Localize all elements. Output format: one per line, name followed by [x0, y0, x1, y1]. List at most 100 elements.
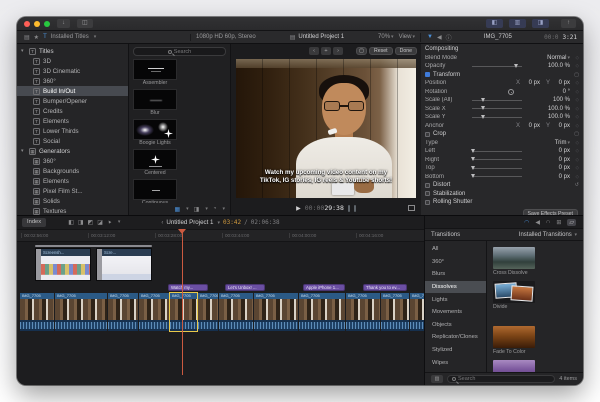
- next-anchor-button[interactable]: ›: [333, 47, 343, 55]
- timeline-back-icon[interactable]: ‹: [161, 220, 163, 226]
- minimize-window-button[interactable]: [34, 21, 40, 27]
- transform-overlay-icon[interactable]: ▢: [574, 72, 579, 78]
- installed-titles-dropdown[interactable]: Installed Titles: [51, 34, 89, 40]
- retime-icon[interactable]: ◔: [213, 206, 217, 212]
- param-value[interactable]: 0 px: [522, 80, 540, 86]
- opacity-slider[interactable]: [472, 66, 522, 67]
- transition-cross-dissolve[interactable]: Cross Dissolve: [493, 247, 535, 276]
- video-clip[interactable]: IMG_7705: [139, 293, 169, 331]
- distort-checkbox[interactable]: [425, 183, 430, 188]
- title-clip[interactable]: Let's Unbox! ...: [225, 284, 265, 291]
- transform-checkbox[interactable]: [425, 72, 430, 77]
- keyframe-icon[interactable]: ◇: [570, 114, 579, 120]
- tools-icon[interactable]: ◨: [194, 206, 200, 213]
- media-browser-icon[interactable]: ▤: [24, 34, 30, 41]
- param-value[interactable]: 100.0 %: [540, 114, 570, 120]
- keyframe-icon[interactable]: ◇: [570, 106, 579, 112]
- timeline-ruler[interactable]: 00:02:56:00 00:03:12:00 00:03:28:00 00:0…: [17, 229, 424, 242]
- crop-type-popup[interactable]: Trim: [536, 140, 566, 146]
- sidebar-item-textures[interactable]: ▦Textures: [17, 206, 128, 215]
- keyframe-icon[interactable]: ◇: [570, 97, 579, 103]
- play-button[interactable]: ▶: [296, 205, 301, 212]
- reset-icon[interactable]: ↺: [575, 182, 579, 188]
- toggle-timeline-button[interactable]: ▥: [509, 19, 526, 28]
- video-clip[interactable]: IMG_7705: [55, 293, 107, 331]
- connected-storyline-bar[interactable]: [35, 245, 152, 247]
- title-item-continuous[interactable]: Continuous: [133, 179, 177, 203]
- sidebar-item-solids[interactable]: ▦Solids: [17, 196, 128, 206]
- video-clip[interactable]: IMG_7705: [108, 293, 138, 331]
- audio-meter-left[interactable]: [348, 205, 350, 212]
- title-item-assembler[interactable]: Assembler: [133, 59, 177, 87]
- titles-search-input[interactable]: Search: [133, 47, 226, 56]
- sidebar-item-3d-cinematic[interactable]: T3D Cinematic: [17, 66, 128, 76]
- category-stylized[interactable]: Stylized: [425, 344, 486, 357]
- scale-x-slider[interactable]: [472, 108, 522, 109]
- append-edit-icon[interactable]: ◩: [88, 219, 94, 226]
- category-all[interactable]: All: [425, 243, 486, 256]
- sidebar-item-gen-360[interactable]: ▦360°: [17, 156, 128, 166]
- transition-fade-to-color[interactable]: Fade To Color: [493, 326, 535, 355]
- video-clip[interactable]: IMG_7705: [219, 293, 253, 331]
- overwrite-edit-icon[interactable]: ◪: [97, 219, 103, 226]
- video-clip[interactable]: IMG_7705: [346, 293, 380, 331]
- transition-divide[interactable]: Divide: [493, 281, 535, 310]
- sidebar-item-3d[interactable]: T3D: [17, 56, 128, 66]
- crop-checkbox[interactable]: [425, 132, 430, 137]
- close-window-button[interactable]: [24, 21, 30, 27]
- keyframe-icon[interactable]: ◇: [570, 80, 579, 86]
- snapping-icon[interactable]: ∩: [546, 219, 550, 225]
- background-tasks-button[interactable]: ◫: [77, 19, 93, 28]
- video-clip[interactable]: IMG_7705: [410, 293, 425, 331]
- video-clip[interactable]: IMG_7705: [198, 293, 218, 331]
- title-item-centered[interactable]: Centered: [133, 149, 177, 177]
- sidebar-item-elements[interactable]: TElements: [17, 116, 128, 126]
- fullscreen-icon[interactable]: [408, 205, 415, 211]
- disclosure-icon[interactable]: ▾: [21, 148, 26, 154]
- tool-menu-icon[interactable]: ▲: [106, 219, 113, 226]
- toggle-browser-button[interactable]: ◧: [486, 19, 503, 28]
- crop-bottom-slider[interactable]: [472, 176, 522, 177]
- viewer-zoom-dropdown[interactable]: 70%: [378, 34, 390, 40]
- connect-edit-icon[interactable]: ◧: [68, 219, 74, 226]
- param-value[interactable]: 100 %: [540, 97, 570, 103]
- title-clip[interactable]: Apple iPhone 1...: [303, 284, 345, 291]
- sidebar-item-360[interactable]: T360°: [17, 76, 128, 86]
- audio-meter-right[interactable]: [354, 205, 356, 212]
- category-lights[interactable]: Lights: [425, 293, 486, 306]
- thumbnail-size-button[interactable]: ▥: [431, 375, 443, 383]
- done-button[interactable]: Done: [395, 47, 417, 55]
- category-movements[interactable]: Movements: [425, 306, 486, 319]
- transition-flow[interactable]: Flow: [493, 360, 535, 372]
- transitions-browser-icon[interactable]: ▱: [567, 219, 576, 226]
- titles-generators-icon[interactable]: T: [43, 34, 47, 40]
- param-value[interactable]: 0 px: [540, 157, 570, 163]
- toggle-inspector-button[interactable]: ◨: [532, 19, 549, 28]
- overlay-toggle-button[interactable]: ▢: [356, 47, 367, 55]
- connected-clip-screenshot-2[interactable]: Scre...: [96, 248, 152, 281]
- category-objects[interactable]: Objects: [425, 319, 486, 332]
- title-clip[interactable]: Thank you to ev...: [363, 284, 407, 291]
- category-wipes[interactable]: Wipes: [425, 356, 486, 369]
- sidebar-item-lower-thirds[interactable]: TLower Thirds: [17, 126, 128, 136]
- video-inspector-icon[interactable]: ▼: [427, 34, 433, 40]
- title-item-blur[interactable]: Blur: [133, 89, 177, 117]
- sidebar-titles-header[interactable]: ▾ T Titles: [17, 46, 128, 56]
- video-clip[interactable]: IMG_7705: [299, 293, 345, 331]
- keyframe-icon[interactable]: ◇: [570, 63, 579, 69]
- sidebar-item-backgrounds[interactable]: ▦Backgrounds: [17, 166, 128, 176]
- video-clip[interactable]: IMG_7705: [20, 293, 54, 331]
- param-value[interactable]: 0 px: [552, 123, 570, 129]
- add-anchor-button[interactable]: +: [321, 47, 331, 55]
- param-value[interactable]: 100.0 %: [540, 63, 570, 69]
- sidebar-item-gen-elements[interactable]: ▦Elements: [17, 176, 128, 186]
- zoom-window-button[interactable]: [44, 21, 50, 27]
- viewer-view-dropdown[interactable]: View: [399, 34, 412, 40]
- video-clip[interactable]: IMG_7705: [381, 293, 409, 331]
- keyframe-icon[interactable]: ◇: [570, 89, 579, 95]
- keyframe-icon[interactable]: ◇: [570, 165, 579, 171]
- rolling-shutter-checkbox[interactable]: [425, 200, 430, 205]
- audio-inspector-icon[interactable]: ◀: [437, 34, 442, 41]
- video-frame[interactable]: Watch my upcoming video content on my Ti…: [236, 59, 416, 198]
- save-effects-preset-button[interactable]: Save Effects Preset: [523, 209, 578, 216]
